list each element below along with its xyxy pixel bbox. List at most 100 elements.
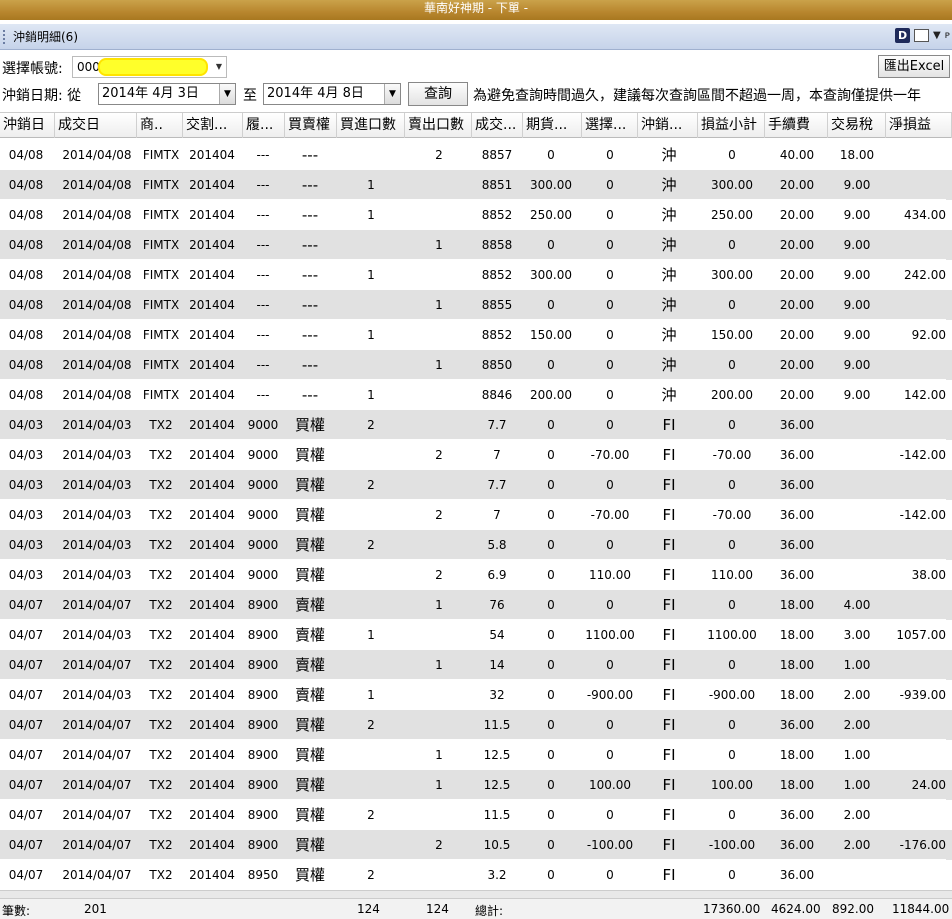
window-float-icon[interactable] [914,29,930,42]
table-cell [886,740,946,770]
column-header[interactable]: 沖銷日 [0,113,55,138]
table-cell: 18.00 [817,140,897,170]
chevron-down-icon[interactable]: ▼ [219,84,235,104]
table-cell [886,170,946,200]
table-cell [886,710,946,740]
date-to-picker[interactable]: 2014年 4月 8日 ▼ [263,83,401,105]
table-row[interactable]: 04/08 2014/04/08 FIMTX 201404 --- --- 1 8858 0 0 沖… [0,230,952,260]
table-cell: 142.00 [886,380,946,410]
table-cell: -142.00 [886,500,946,530]
table-cell [886,410,946,440]
date-from-picker[interactable]: 2014年 4月 3日 ▼ [98,83,236,105]
panel-header: 沖銷明細(6) D ▼ ᴘ [0,24,952,50]
table-cell: 24.00 [886,770,946,800]
table-row[interactable]: 04/07 2014/04/07 TX2 201404 8900 賣權 1 76 0 0 FI 0 18… [0,590,952,620]
table-cell [817,470,897,500]
table-cell [886,230,946,260]
dropdown-arrow-icon[interactable]: ▼ [933,30,941,41]
table-cell [817,560,897,590]
panel-title: 沖銷明細(6) [13,30,78,44]
table-cell: 3.00 [817,620,897,650]
table-cell [886,290,946,320]
account-label: 選擇帳號: [2,61,63,77]
table-cell: 4.00 [817,590,897,620]
column-header[interactable]: 期貨... [523,113,582,138]
table-cell [886,140,946,170]
table-cell: 9.00 [817,380,897,410]
export-excel-button[interactable]: 匯出Excel [878,55,950,78]
table-cell: -142.00 [886,440,946,470]
column-header[interactable]: 選擇... [582,113,638,138]
table-row[interactable]: 04/03 2014/04/03 TX2 201404 9000 買權 2 7.7 0 0 FI 0 3… [0,410,952,440]
total-label: 總計: [475,904,504,918]
panel-header-icons: D ▼ ᴘ [895,28,950,43]
window-title: 華南好神期 - 下單 - [423,1,529,15]
table-row[interactable]: 04/07 2014/04/07 TX2 201404 8900 買權 2 10.5 0 -100… [0,830,952,860]
date-label: 沖銷日期: 從 [2,88,82,104]
column-header[interactable]: 淨損益 [886,113,952,138]
column-header[interactable]: 交易稅 [828,113,886,138]
date-to-label: 至 [243,88,257,104]
table-cell: 38.00 [886,560,946,590]
table-row[interactable]: 04/03 2014/04/03 TX2 201404 9000 買權 2 7 0 -70.00 F… [0,440,952,470]
table-cell: 2.00 [817,830,897,860]
window-titlebar: 華南好神期 - 下單 - [0,0,952,20]
table-row[interactable]: 04/08 2014/04/08 FIMTX 201404 --- --- 1 8852 300… [0,260,952,290]
query-note: 為避免查詢時間過久，建議每次查詢區間不超過一周，本查詢僅提供一年 [473,88,921,104]
column-header[interactable]: 損益小計 [698,113,765,138]
table-cell: 9.00 [817,170,897,200]
table-cell: 9.00 [817,350,897,380]
table-cell [886,860,946,890]
table-row[interactable]: 04/03 2014/04/03 TX2 201404 9000 買權 2 5.8 0 0 FI 0 3… [0,530,952,560]
table-row[interactable]: 04/03 2014/04/03 TX2 201404 9000 買權 2 6.9 0 110.0… [0,560,952,590]
table-row[interactable]: 04/07 2014/04/07 TX2 201404 8950 買權 2 3.2 0 0 FI 0 3… [0,860,952,890]
table-row[interactable]: 04/07 2014/04/03 TX2 201404 8900 賣權 1 54 0 1100.0… [0,620,952,650]
table-row[interactable]: 04/08 2014/04/08 FIMTX 201404 --- --- 1 8852 250… [0,200,952,230]
table-cell: -939.00 [886,680,946,710]
table-cell: 9.00 [817,290,897,320]
table-cell [886,650,946,680]
data-grid[interactable]: 04/08 2014/04/08 FIMTX 201404 --- --- 2 8857 0 0 沖… [0,140,952,890]
table-cell [817,860,897,890]
table-row[interactable]: 04/08 2014/04/08 FIMTX 201404 --- --- 1 8850 0 0 沖… [0,350,952,380]
account-redaction-highlight [98,58,208,76]
table-row[interactable]: 04/07 2014/04/07 TX2 201404 8900 買權 1 12.5 0 0 FI 0… [0,740,952,770]
chevron-down-icon[interactable]: ▼ [212,57,226,77]
column-header[interactable]: 成交... [472,113,523,138]
table-cell: 9.00 [817,260,897,290]
table-row[interactable]: 04/03 2014/04/03 TX2 201404 9000 買權 2 7.7 0 0 FI 0 3… [0,470,952,500]
table-row[interactable]: 04/07 2014/04/07 TX2 201404 8900 買權 1 12.5 0 100.… [0,770,952,800]
column-header[interactable]: 交割... [183,113,243,138]
table-row[interactable]: 04/07 2014/04/07 TX2 201404 8900 買權 2 11.5 0 0 FI 0… [0,800,952,830]
query-button[interactable]: 查詢 [408,82,468,106]
pin-icon[interactable]: ᴘ [945,30,950,41]
column-header[interactable]: 履... [243,113,285,138]
table-row[interactable]: 04/07 2014/04/03 TX2 201404 8900 賣權 1 32 0 -900.0… [0,680,952,710]
horizontal-scrollbar[interactable] [0,890,952,898]
table-row[interactable]: 04/08 2014/04/08 FIMTX 201404 --- --- 1 8855 0 0 沖… [0,290,952,320]
column-header[interactable]: 買賣權 [285,113,337,138]
chevron-down-icon[interactable]: ▼ [384,84,400,104]
table-row[interactable]: 04/07 2014/04/07 TX2 201404 8900 買權 2 11.5 0 0 FI 0… [0,710,952,740]
column-header[interactable]: 沖銷... [638,113,698,138]
column-header[interactable]: 賣出口數 [405,113,472,138]
date-to-value: 2014年 4月 8日 [267,86,364,101]
column-header[interactable]: 商.. [137,113,183,138]
account-select[interactable]: 000 ▼ [72,56,227,78]
table-row[interactable]: 04/08 2014/04/08 FIMTX 201404 --- --- 1 8846 200… [0,380,952,410]
table-cell: 434.00 [886,200,946,230]
table-row[interactable]: 04/03 2014/04/03 TX2 201404 9000 買權 2 7 0 -70.00 F… [0,500,952,530]
table-cell: 9.00 [817,200,897,230]
table-header: 沖銷日 成交日 商.. 交割... 履... 買賣權 買進口數 賣出口數 成交... 期貨... 選… [0,112,952,138]
table-cell: 242.00 [886,260,946,290]
d-app-icon[interactable]: D [895,28,911,43]
table-row[interactable]: 04/08 2014/04/08 FIMTX 201404 --- --- 1 8851 300… [0,170,952,200]
table-row[interactable]: 04/07 2014/04/07 TX2 201404 8900 賣權 1 14 0 0 FI 0 18… [0,650,952,680]
table-row[interactable]: 04/08 2014/04/08 FIMTX 201404 --- --- 1 8852 150… [0,320,952,350]
column-header[interactable]: 成交日 [55,113,137,138]
table-row[interactable]: 04/08 2014/04/08 FIMTX 201404 --- --- 2 8857 0 0 沖… [0,140,952,170]
grip-handle[interactable] [3,29,9,44]
table-cell: -176.00 [886,830,946,860]
column-header[interactable]: 手續費 [765,113,828,138]
column-header[interactable]: 買進口數 [337,113,405,138]
